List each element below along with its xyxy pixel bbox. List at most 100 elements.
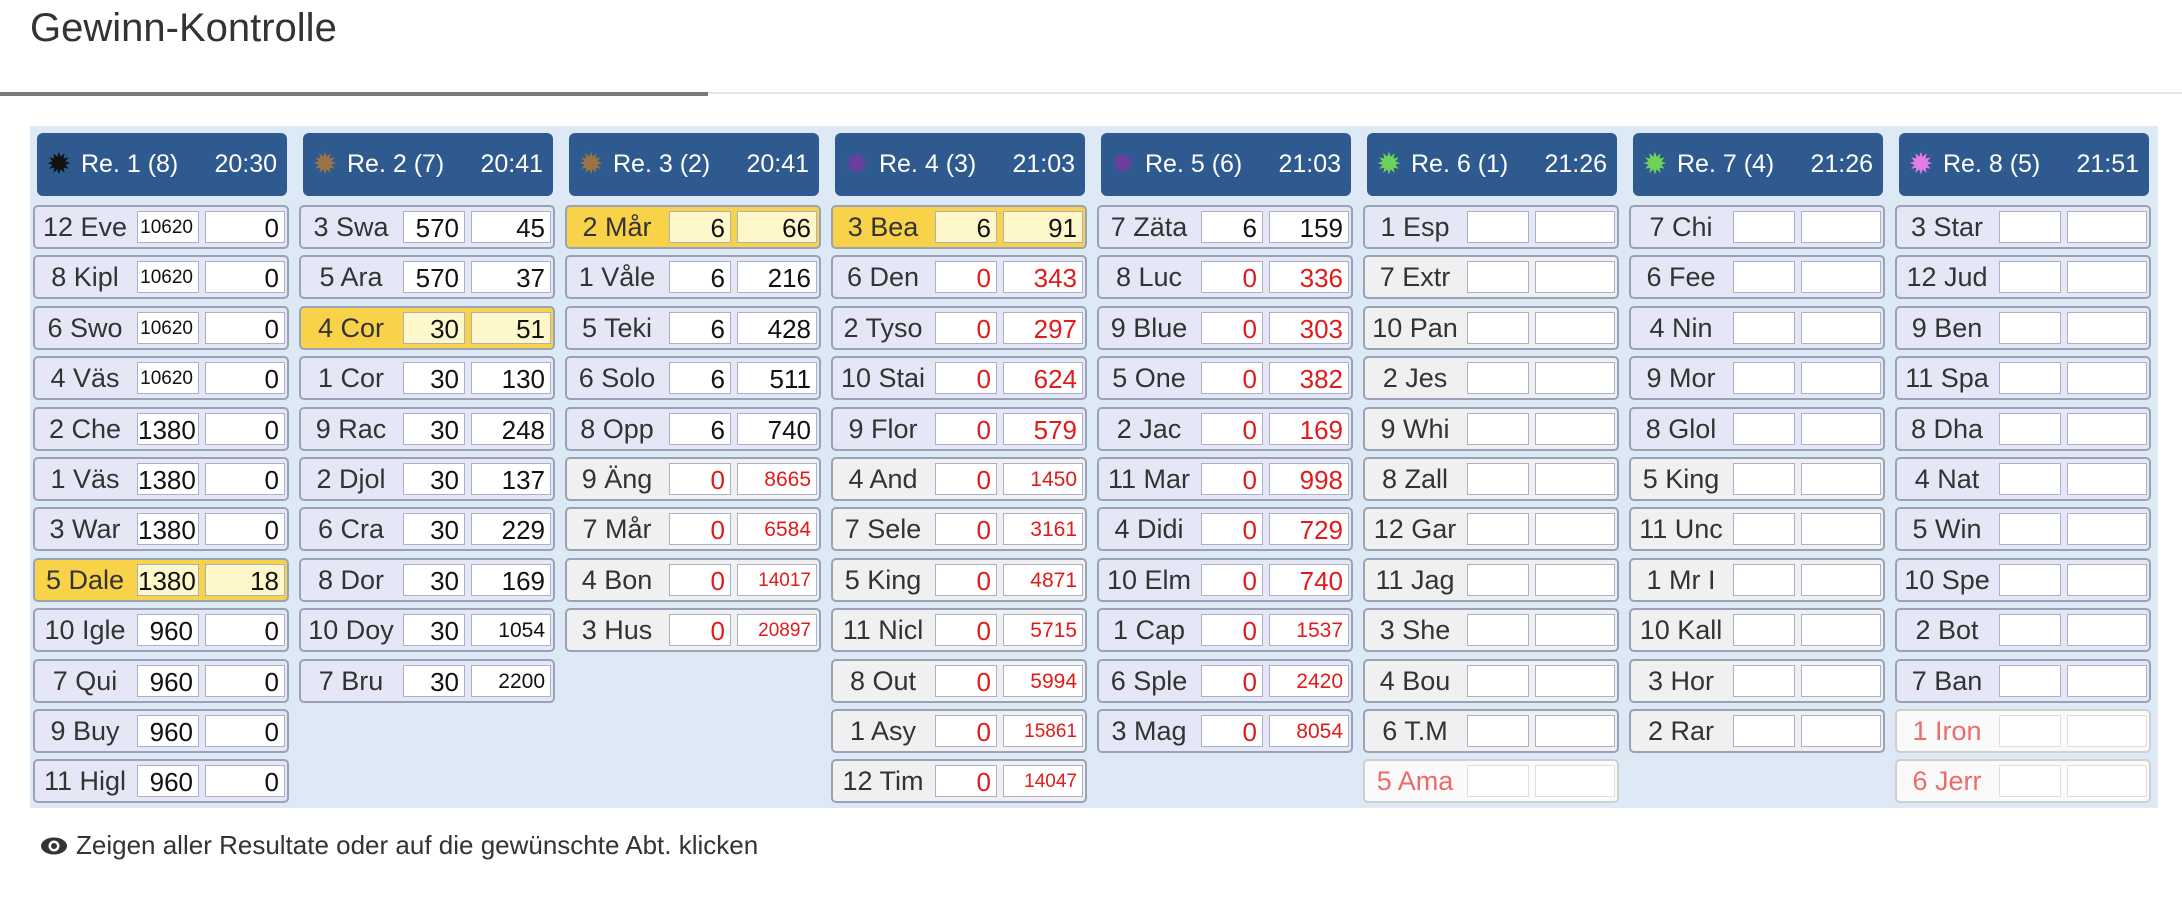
horse-row[interactable]: 7 Zäta 6 159 xyxy=(1097,205,1353,249)
horse-row[interactable]: 4 And 0 1450 xyxy=(831,457,1087,501)
horse-row[interactable]: 5 Ama xyxy=(1363,759,1619,804)
horse-row[interactable]: 4 Bou xyxy=(1363,658,1619,703)
horse-row[interactable]: 4 Väs 10620 0 xyxy=(33,356,289,401)
horse-row[interactable]: 1 Asy 0 15861 xyxy=(831,709,1087,753)
horse-row[interactable]: 3 Hor xyxy=(1629,658,1885,703)
horse-row[interactable]: 10 Spe xyxy=(1895,557,2151,602)
horse-row[interactable]: 11 Higl 960 0 xyxy=(33,759,289,804)
horse-row[interactable]: 7 Qui 960 0 xyxy=(33,658,289,703)
horse-row[interactable]: 8 Dha xyxy=(1895,406,2151,451)
horse-row[interactable]: 6 Jerr xyxy=(1895,759,2151,804)
horse-row[interactable]: 11 Jag xyxy=(1363,557,1619,602)
horse-row[interactable]: 12 Jud xyxy=(1895,255,2151,300)
horse-row[interactable]: 9 Ben xyxy=(1895,305,2151,350)
race-header-2[interactable]: ✹ Re. 2 (7) 20:41 xyxy=(303,133,553,196)
footer-hint[interactable]: Zeigen aller Resultate oder auf die gewü… xyxy=(40,830,758,861)
horse-row[interactable]: 10 Elm 0 740 xyxy=(1097,557,1353,602)
race-header-6[interactable]: ✹ Re. 6 (1) 21:26 xyxy=(1367,133,1617,196)
horse-row[interactable]: 4 Nin xyxy=(1629,305,1885,350)
horse-row[interactable]: 8 Dor 30 169 xyxy=(299,557,555,602)
horse-row[interactable]: 2 Jac 0 169 xyxy=(1097,406,1353,451)
horse-row[interactable]: 9 Buy 960 0 xyxy=(33,709,289,753)
horse-row[interactable]: 2 Che 1380 0 xyxy=(33,406,289,451)
horse-row[interactable]: 5 Teki 6 428 xyxy=(565,305,821,350)
horse-row[interactable]: 7 Mår 0 6584 xyxy=(565,507,821,552)
horse-row[interactable]: 11 Mar 0 998 xyxy=(1097,457,1353,501)
horse-row[interactable]: 8 Opp 6 740 xyxy=(565,406,821,451)
horse-row[interactable]: 3 Swa 570 45 xyxy=(299,205,555,249)
horse-row[interactable]: 4 Nat xyxy=(1895,457,2151,501)
horse-row[interactable]: 2 Djol 30 137 xyxy=(299,457,555,501)
horse-row[interactable]: 1 Väs 1380 0 xyxy=(33,457,289,501)
horse-row[interactable]: 7 Sele 0 3161 xyxy=(831,507,1087,552)
horse-name: 8 Kipl xyxy=(51,262,119,293)
horse-row[interactable]: 1 Cor 30 130 xyxy=(299,356,555,401)
horse-row[interactable]: 2 Bot xyxy=(1895,608,2151,653)
horse-row[interactable]: 1 Cap 0 1537 xyxy=(1097,608,1353,653)
horse-row[interactable]: 11 Spa xyxy=(1895,356,2151,401)
horse-row[interactable]: 2 Mår 6 66 xyxy=(565,205,821,249)
horse-row[interactable]: 9 Whi xyxy=(1363,406,1619,451)
horse-row[interactable]: 2 Tyso 0 297 xyxy=(831,305,1087,350)
horse-row[interactable]: 8 Luc 0 336 xyxy=(1097,255,1353,300)
horse-row[interactable]: 3 Star xyxy=(1895,205,2151,249)
horse-row[interactable]: 5 King xyxy=(1629,457,1885,501)
horse-row[interactable]: 8 Out 0 5994 xyxy=(831,658,1087,703)
odds-box xyxy=(1467,463,1529,495)
horse-row[interactable]: 9 Blue 0 303 xyxy=(1097,305,1353,350)
horse-row[interactable]: 6 Sple 0 2420 xyxy=(1097,658,1353,703)
horse-row[interactable]: 12 Eve 10620 0 xyxy=(33,205,289,249)
race-header-8[interactable]: ✹ Re. 8 (5) 21:51 xyxy=(1899,133,2149,196)
horse-row[interactable]: 8 Kipl 10620 0 xyxy=(33,255,289,300)
horse-row[interactable]: 5 King 0 4871 xyxy=(831,557,1087,602)
race-header-3[interactable]: ✹ Re. 3 (2) 20:41 xyxy=(569,133,819,196)
horse-row[interactable]: 9 Äng 0 8665 xyxy=(565,457,821,501)
horse-row[interactable]: 2 Rar xyxy=(1629,709,1885,753)
horse-row[interactable]: 10 Stai 0 624 xyxy=(831,356,1087,401)
horse-row[interactable]: 6 Den 0 343 xyxy=(831,255,1087,300)
horse-row[interactable]: 5 Dale 1380 18 xyxy=(33,557,289,602)
horse-row[interactable]: 10 Kall xyxy=(1629,608,1885,653)
horse-row[interactable]: 1 Mr I xyxy=(1629,557,1885,602)
horse-row[interactable]: 2 Jes xyxy=(1363,356,1619,401)
horse-row[interactable]: 11 Nicl 0 5715 xyxy=(831,608,1087,653)
horse-row[interactable]: 3 She xyxy=(1363,608,1619,653)
horse-row[interactable]: 3 War 1380 0 xyxy=(33,507,289,552)
horse-row[interactable]: 10 Igle 960 0 xyxy=(33,608,289,653)
horse-row[interactable]: 9 Flor 0 579 xyxy=(831,406,1087,451)
horse-row[interactable]: 10 Doy 30 1054 xyxy=(299,608,555,653)
horse-row[interactable]: 11 Unc xyxy=(1629,507,1885,552)
horse-row[interactable]: 6 Fee xyxy=(1629,255,1885,300)
horse-row[interactable]: 3 Hus 0 20897 xyxy=(565,608,821,653)
horse-row[interactable]: 8 Glol xyxy=(1629,406,1885,451)
horse-row[interactable]: 4 Didi 0 729 xyxy=(1097,507,1353,552)
horse-row[interactable]: 12 Tim 0 14047 xyxy=(831,759,1087,804)
horse-row[interactable]: 3 Bea 6 91 xyxy=(831,205,1087,249)
horse-row[interactable]: 6 Cra 30 229 xyxy=(299,507,555,552)
race-header-5[interactable]: ✹ Re. 5 (6) 21:03 xyxy=(1101,133,1351,196)
horse-row[interactable]: 1 Iron xyxy=(1895,709,2151,753)
horse-row[interactable]: 3 Mag 0 8054 xyxy=(1097,709,1353,753)
horse-row[interactable]: 6 T.M xyxy=(1363,709,1619,753)
horse-row[interactable]: 9 Rac 30 248 xyxy=(299,406,555,451)
race-header-7[interactable]: ✹ Re. 7 (4) 21:26 xyxy=(1633,133,1883,196)
horse-row[interactable]: 4 Bon 0 14017 xyxy=(565,557,821,602)
race-header-1[interactable]: ✹ Re. 1 (8) 20:30 xyxy=(37,133,287,196)
race-header-4[interactable]: ✹ Re. 4 (3) 21:03 xyxy=(835,133,1085,196)
horse-row[interactable]: 7 Extr xyxy=(1363,255,1619,300)
horse-row[interactable]: 4 Cor 30 51 xyxy=(299,305,555,350)
horse-row[interactable]: 6 Swo 10620 0 xyxy=(33,305,289,350)
horse-row[interactable]: 9 Mor xyxy=(1629,356,1885,401)
horse-row[interactable]: 7 Bru 30 2200 xyxy=(299,658,555,703)
horse-row[interactable]: 8 Zall xyxy=(1363,457,1619,501)
horse-row[interactable]: 5 Win xyxy=(1895,507,2151,552)
horse-row[interactable]: 6 Solo 6 511 xyxy=(565,356,821,401)
horse-row[interactable]: 12 Gar xyxy=(1363,507,1619,552)
horse-row[interactable]: 5 One 0 382 xyxy=(1097,356,1353,401)
horse-row[interactable]: 5 Ara 570 37 xyxy=(299,255,555,300)
horse-row[interactable]: 10 Pan xyxy=(1363,305,1619,350)
horse-row[interactable]: 1 Våle 6 216 xyxy=(565,255,821,300)
horse-row[interactable]: 7 Chi xyxy=(1629,205,1885,249)
horse-row[interactable]: 1 Esp xyxy=(1363,205,1619,249)
horse-row[interactable]: 7 Ban xyxy=(1895,658,2151,703)
